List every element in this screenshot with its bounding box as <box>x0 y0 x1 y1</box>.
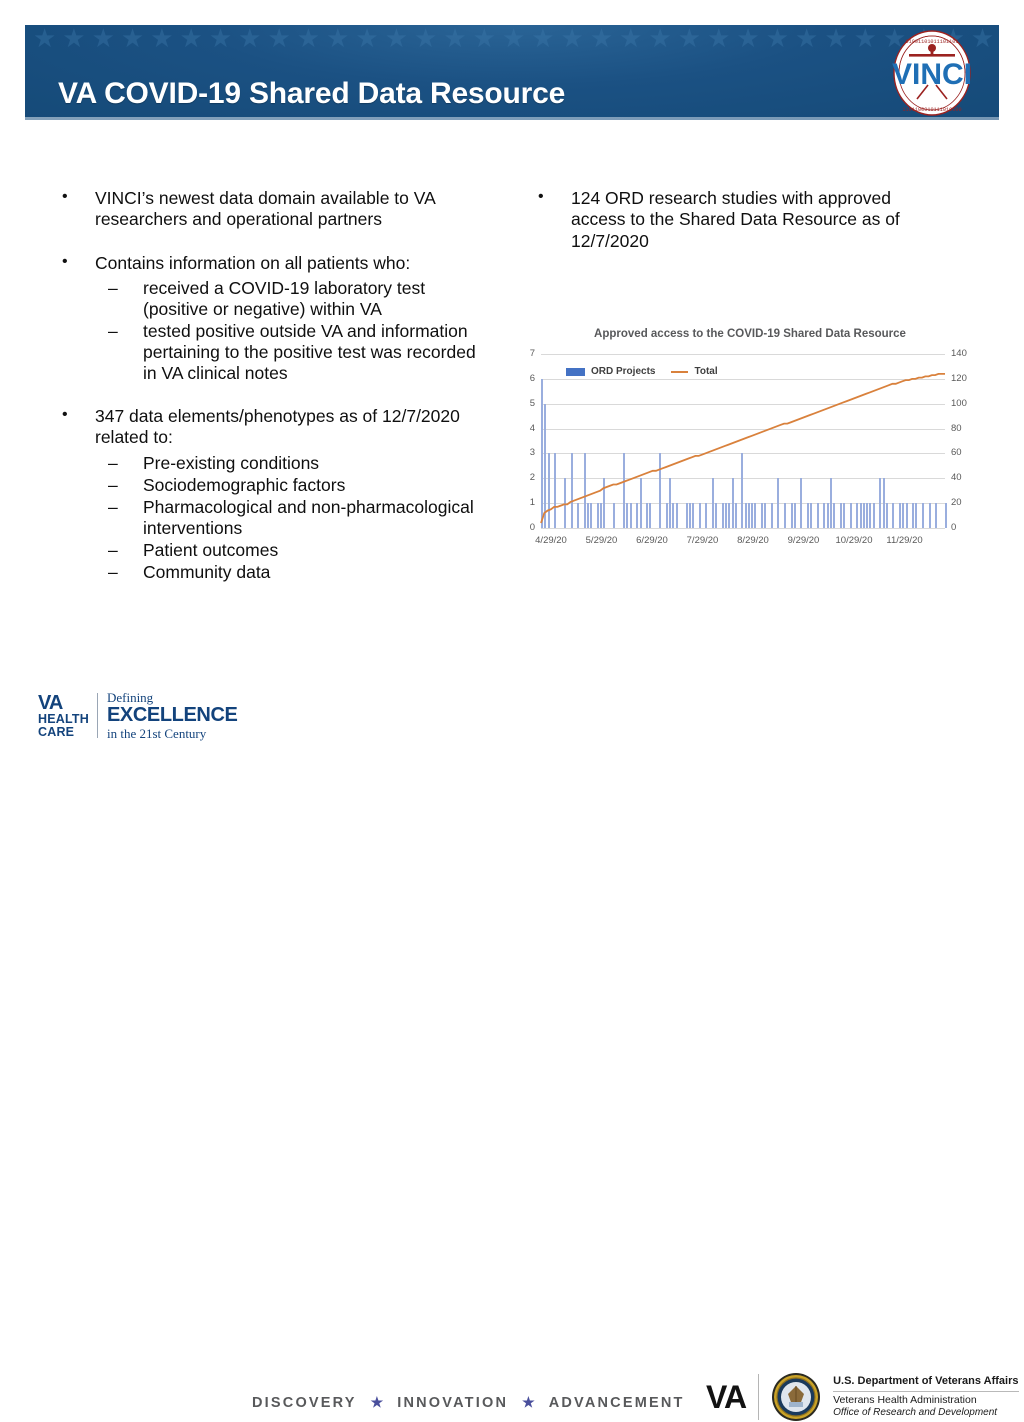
footer-tagline: DISCOVERY ★ INNOVATION ★ ADVANCEMENT <box>252 1394 685 1411</box>
y-axis-right-tick: 140 <box>951 348 967 359</box>
chart-plot-area: 0 1 2 3 4 5 6 7 0 20 40 60 80 100 120 140 4/29/20 5/29/20… <box>530 349 967 546</box>
chart-gridline <box>541 528 945 529</box>
y-axis-left-tick: 2 <box>529 472 535 484</box>
x-axis-tick: 8/29/20 <box>737 535 769 546</box>
va-health-care-mark: VA HEALTH CARE <box>38 692 98 739</box>
sub-list-item: Pre-existing conditions <box>95 453 482 474</box>
list-item: 124 ORD research studies with approved a… <box>528 187 948 252</box>
y-axis-right-tick: 40 <box>951 472 962 484</box>
list-item: VINCI’s newest data domain available to … <box>52 187 482 231</box>
banner-underline <box>25 117 999 120</box>
y-axis-left-tick: 6 <box>529 372 535 384</box>
svg-text:1101100010111010100: 1101100010111010100 <box>902 107 961 113</box>
banner-stars-pattern: ★★★★★★★★★★★★★★★★★★★★★★★★★★★★★★★★★★★★★★★★… <box>33 25 999 53</box>
x-axis-tick: 5/29/20 <box>585 535 618 546</box>
va-seal-icon <box>772 1373 821 1421</box>
y-axis-right-tick: 80 <box>951 422 962 434</box>
x-axis-tick: 7/29/20 <box>686 535 719 546</box>
defining-excellence-text: Defining EXCELLENCE in the 21st Century <box>98 690 238 741</box>
x-axis-tick: 4/29/20 <box>535 535 567 546</box>
sub-list-item: Patient outcomes <box>95 540 482 561</box>
list-item: 347 data elements/phenotypes as of 12/7/… <box>52 405 482 583</box>
y-axis-right-tick: 20 <box>951 497 962 509</box>
x-axis-tick: 11/29/20 <box>886 535 923 546</box>
x-axis-tick: 6/29/20 <box>636 535 668 546</box>
y-axis-left-tick: 7 <box>529 348 535 359</box>
y-axis-right-tick: 100 <box>951 397 967 409</box>
bullet-text: 124 ORD research studies with approved a… <box>571 188 900 251</box>
approved-access-chart: Approved access to the COVID-19 Shared D… <box>510 328 990 546</box>
y-axis-right-tick: 0 <box>951 522 957 533</box>
star-icon: ★ <box>522 1394 535 1410</box>
right-content-column: 124 ORD research studies with approved a… <box>528 187 948 274</box>
y-axis-left-tick: 5 <box>529 397 535 409</box>
tagline-discovery: DISCOVERY <box>252 1394 357 1411</box>
va-dept-line3: Office of Research and Development <box>833 1406 998 1418</box>
sub-list-item: Sociodemographic factors <box>95 475 482 496</box>
century-text: in the 21st Century <box>106 725 207 741</box>
excellence-text: EXCELLENCE <box>106 704 238 727</box>
care-text: CARE <box>38 724 75 739</box>
right-bullet-list: 124 ORD research studies with approved a… <box>528 187 948 252</box>
y-axis-left-tick: 3 <box>529 447 535 459</box>
left-bullet-list: VINCI’s newest data domain available to … <box>52 187 482 583</box>
y-axis-left-tick: 4 <box>529 422 535 434</box>
vinci-logo: 01001101011101101 1101100010111010100 VI… <box>892 30 972 116</box>
chart-bar <box>945 503 947 528</box>
vinci-logo-text: VINCI <box>892 58 972 91</box>
va-department-logo: VA U.S. Department of Veterans Affairs V… <box>706 1372 1019 1422</box>
total-line-series <box>541 354 945 528</box>
bullet-text: Contains information on all patients who… <box>95 252 411 273</box>
y-axis-right-tick: 120 <box>951 372 967 384</box>
page-title: VA COVID-19 Shared Data Resource <box>58 77 566 110</box>
tagline-advancement: ADVANCEMENT <box>548 1394 685 1411</box>
va-department-text: U.S. Department of Veterans Affairs Vete… <box>833 1375 1019 1419</box>
star-icon: ★ <box>370 1394 384 1410</box>
sub-list-item: received a COVID-19 laboratory test (pos… <box>95 278 482 320</box>
tagline-innovation: INNOVATION <box>397 1394 509 1411</box>
bullet-text: VINCI’s newest data domain available to … <box>95 188 435 230</box>
sub-list-item: tested positive outside VA and informati… <box>95 321 482 384</box>
chart-title: Approved access to the COVID-19 Shared D… <box>594 328 906 340</box>
y-axis-left-tick: 0 <box>529 522 535 533</box>
sub-bullet-list: received a COVID-19 laboratory test (pos… <box>95 278 482 384</box>
y-axis-right-tick: 60 <box>951 447 962 459</box>
va-health-care-logo: VA HEALTH CARE Defining EXCELLENCE in th… <box>38 690 238 741</box>
slide-footer: VA HEALTH CARE Defining EXCELLENCE in th… <box>0 680 1024 1421</box>
va-text: VA <box>38 692 63 715</box>
va-dept-line2: Veterans Health Administration <box>833 1393 977 1406</box>
list-item: Contains information on all patients who… <box>52 252 482 384</box>
sub-list-item: Pharmacological and non-pharmacological … <box>95 497 482 539</box>
bullet-text: 347 data elements/phenotypes as of 12/7/… <box>95 406 460 448</box>
x-axis-tick: 9/29/20 <box>787 535 820 546</box>
sub-bullet-list: Pre-existing conditions Sociodemographic… <box>95 453 482 583</box>
left-content-column: VINCI’s newest data domain available to … <box>52 187 482 605</box>
health-text: HEALTH <box>38 712 89 727</box>
y-axis-left-tick: 1 <box>529 497 535 509</box>
logo-divider <box>758 1374 760 1420</box>
va-wordmark: VA <box>706 1378 747 1415</box>
defining-text: Defining <box>106 690 154 705</box>
x-axis-tick: 10/29/20 <box>835 535 873 546</box>
sub-list-item: Community data <box>95 562 482 583</box>
va-dept-line1: U.S. Department of Veterans Affairs <box>833 1375 1019 1392</box>
header-banner: ★★★★★★★★★★★★★★★★★★★★★★★★★★★★★★★★★★★★★★★★… <box>25 25 999 120</box>
